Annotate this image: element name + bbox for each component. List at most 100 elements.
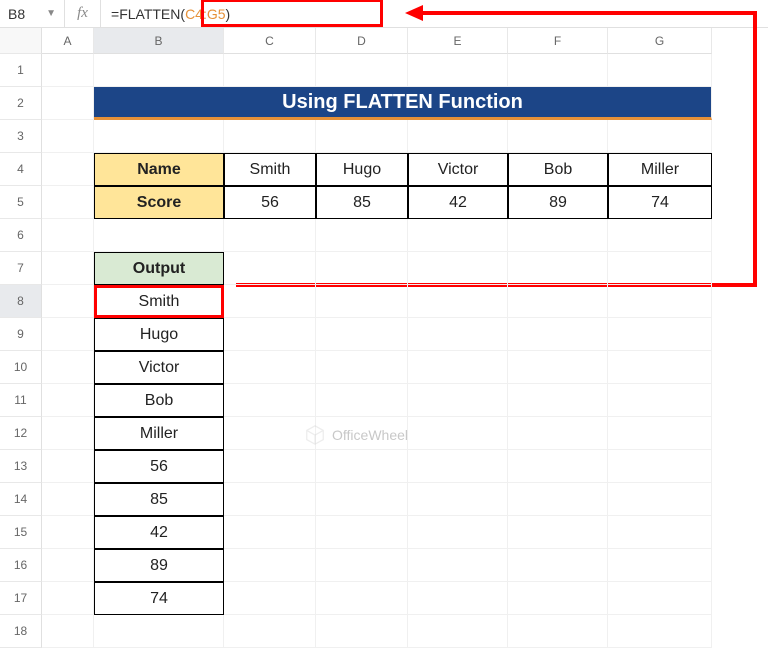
cell[interactable] [316,417,408,450]
col-header[interactable]: C [224,28,316,54]
spreadsheet-grid[interactable]: 1 2 3 4 5 6 7 8 9 10 11 12 13 14 15 16 1… [0,28,768,648]
col-header[interactable]: B [94,28,224,54]
col-header[interactable]: D [316,28,408,54]
cell[interactable] [42,186,94,219]
name-cell[interactable]: Victor [408,153,508,186]
name-cell[interactable]: Miller [608,153,712,186]
cell[interactable] [508,351,608,384]
cell[interactable] [508,549,608,582]
cell[interactable] [42,549,94,582]
cell[interactable] [224,285,316,318]
cell[interactable] [316,120,408,153]
cell[interactable] [408,549,508,582]
output-cell[interactable]: 42 [94,516,224,549]
cell[interactable] [224,450,316,483]
cell[interactable] [408,582,508,615]
cell[interactable] [42,384,94,417]
row-header[interactable]: 8 [0,285,42,318]
cell[interactable] [42,219,94,252]
cell[interactable] [42,417,94,450]
cell[interactable] [224,252,316,285]
score-header[interactable]: Score [94,186,224,219]
row-header[interactable]: 16 [0,549,42,582]
cell[interactable] [408,54,508,87]
row-header[interactable]: 18 [0,615,42,648]
output-cell[interactable]: Hugo [94,318,224,351]
cell[interactable] [408,450,508,483]
cell[interactable] [94,120,224,153]
score-cell[interactable]: 89 [508,186,608,219]
cell[interactable] [608,582,712,615]
cell[interactable] [316,615,408,648]
cell[interactable] [608,351,712,384]
row-header[interactable]: 4 [0,153,42,186]
cell[interactable] [224,582,316,615]
row-header[interactable]: 14 [0,483,42,516]
cell[interactable] [224,219,316,252]
cell[interactable] [508,252,608,285]
cell[interactable] [608,120,712,153]
cell[interactable] [42,87,94,120]
cell[interactable] [508,516,608,549]
cell[interactable] [408,285,508,318]
cell[interactable] [608,516,712,549]
cell[interactable] [408,252,508,285]
cell[interactable] [316,252,408,285]
cell[interactable] [608,450,712,483]
cell[interactable] [94,219,224,252]
cell[interactable] [224,615,316,648]
cell[interactable] [224,483,316,516]
row-header[interactable]: 5 [0,186,42,219]
name-cell[interactable]: Smith [224,153,316,186]
fx-icon[interactable]: fx [65,0,101,27]
output-cell[interactable]: 89 [94,549,224,582]
cell[interactable] [508,318,608,351]
cell[interactable] [42,318,94,351]
cell[interactable] [608,252,712,285]
row-header[interactable]: 12 [0,417,42,450]
cell[interactable] [224,516,316,549]
row-header[interactable]: 17 [0,582,42,615]
col-header[interactable]: A [42,28,94,54]
output-cell[interactable]: 74 [94,582,224,615]
page-title[interactable]: Using FLATTEN Function [94,87,712,120]
row-header[interactable]: 1 [0,54,42,87]
cell[interactable] [42,615,94,648]
col-header[interactable]: F [508,28,608,54]
cell[interactable] [408,120,508,153]
cell[interactable] [316,450,408,483]
cell[interactable] [508,285,608,318]
score-cell[interactable]: 74 [608,186,712,219]
cell[interactable] [42,582,94,615]
cell[interactable] [608,54,712,87]
col-header[interactable]: E [408,28,508,54]
cell[interactable] [42,153,94,186]
cell[interactable] [508,483,608,516]
cell[interactable] [408,417,508,450]
cell[interactable] [608,483,712,516]
row-header[interactable]: 11 [0,384,42,417]
row-header[interactable]: 3 [0,120,42,153]
cell[interactable] [608,318,712,351]
cell[interactable] [608,384,712,417]
cell[interactable] [42,120,94,153]
cell[interactable] [608,219,712,252]
cell[interactable] [508,582,608,615]
cell[interactable] [408,615,508,648]
row-header[interactable]: 2 [0,87,42,120]
cell[interactable] [316,549,408,582]
cell[interactable] [508,54,608,87]
cell[interactable] [316,219,408,252]
score-cell[interactable]: 85 [316,186,408,219]
cell[interactable] [408,483,508,516]
row-header[interactable]: 7 [0,252,42,285]
cell[interactable] [316,516,408,549]
output-cell[interactable]: Victor [94,351,224,384]
cell[interactable] [316,318,408,351]
cell[interactable] [608,549,712,582]
row-header[interactable]: 9 [0,318,42,351]
row-header[interactable]: 13 [0,450,42,483]
cell[interactable] [42,54,94,87]
chevron-down-icon[interactable]: ▼ [46,8,56,19]
cell[interactable] [508,384,608,417]
